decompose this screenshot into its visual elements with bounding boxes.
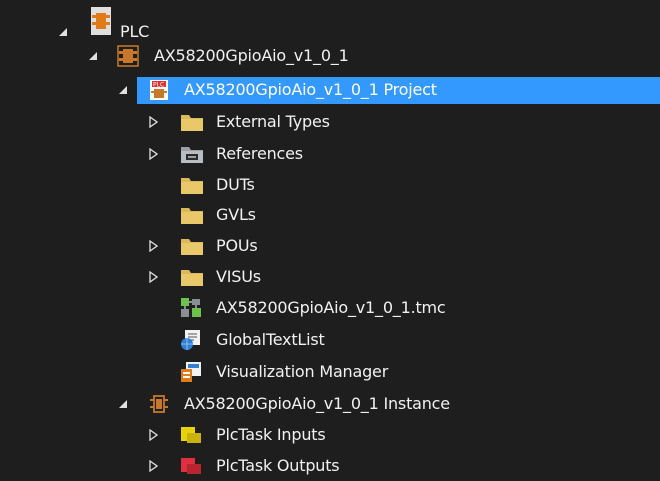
expanded-arrow-icon[interactable]	[116, 397, 130, 411]
tmc-file-icon	[180, 297, 202, 319]
plc-instance-icon	[148, 393, 170, 415]
tree-node-label: VISUs	[216, 267, 261, 286]
tree-node-pous[interactable]: POUs	[0, 231, 660, 261]
expanded-arrow-icon[interactable]	[56, 25, 70, 39]
tree-node-label: PlcTask Inputs	[216, 425, 326, 444]
folder-icon	[180, 236, 203, 258]
svg-text:PLC: PLC	[153, 82, 164, 89]
tree-node-visus[interactable]: VISUs	[0, 262, 660, 292]
tree-node-label: Visualization Manager	[216, 362, 389, 381]
tree-node-label: GVLs	[216, 205, 256, 224]
tree-node-label: DUTs	[216, 175, 255, 194]
tree-node-label: AX58200GpioAio_v1_0_1	[154, 46, 349, 65]
tree-node-tmc-file[interactable]: AX58200GpioAio_v1_0_1.tmc	[0, 293, 660, 323]
plc-root-icon	[90, 5, 112, 35]
tree-node-label: AX58200GpioAio_v1_0_1 Instance	[184, 394, 450, 413]
tree-node-duts[interactable]: DUTs	[0, 170, 660, 200]
folder-icon	[180, 205, 203, 227]
tree-node-visualization-manager[interactable]: Visualization Manager	[0, 357, 660, 387]
collapsed-arrow-icon[interactable]	[146, 270, 160, 284]
inputs-icon	[180, 425, 202, 447]
plc-module-icon	[117, 45, 139, 67]
tree-node-label: POUs	[216, 236, 258, 255]
tree-node-label: External Types	[216, 112, 330, 131]
collapsed-arrow-icon[interactable]	[146, 459, 160, 473]
tree-node-plctask-inputs[interactable]: PlcTask Inputs	[0, 420, 660, 450]
collapsed-arrow-icon[interactable]	[146, 147, 160, 161]
folder-icon	[180, 175, 203, 197]
tree-node-label: AX58200GpioAio_v1_0_1.tmc	[216, 298, 446, 317]
expanded-arrow-icon[interactable]	[116, 83, 130, 97]
collapsed-arrow-icon[interactable]	[146, 239, 160, 253]
tree-node-plc-instance[interactable]: AX58200GpioAio_v1_0_1 Instance	[0, 389, 660, 419]
tree-node-label: References	[216, 144, 303, 163]
plc-project-icon: PLC	[148, 79, 170, 101]
tree-node-label: AX58200GpioAio_v1_0_1 Project	[184, 80, 437, 99]
tree-node-gvls[interactable]: GVLs	[0, 200, 660, 230]
solution-explorer-tree: PLC AX58200GpioAio_v1_0_1 PLC AX58200Gpi…	[0, 0, 660, 477]
references-icon	[180, 144, 203, 166]
collapsed-arrow-icon[interactable]	[146, 115, 160, 129]
tree-node-plc-project[interactable]: PLC AX58200GpioAio_v1_0_1 Project	[0, 75, 660, 105]
tree-node-global-text-list[interactable]: GlobalTextList	[0, 325, 660, 355]
folder-icon	[180, 112, 203, 134]
tree-node-references[interactable]: References	[0, 139, 660, 169]
tree-node-external-types[interactable]: External Types	[0, 107, 660, 137]
global-text-list-icon	[180, 329, 202, 351]
tree-node-plc-module[interactable]: AX58200GpioAio_v1_0_1	[0, 41, 660, 71]
tree-node-label: GlobalTextList	[216, 330, 325, 349]
expanded-arrow-icon[interactable]	[86, 49, 100, 63]
visualization-manager-icon	[180, 361, 202, 383]
collapsed-arrow-icon[interactable]	[146, 428, 160, 442]
folder-icon	[180, 267, 203, 289]
outputs-icon	[180, 456, 202, 478]
